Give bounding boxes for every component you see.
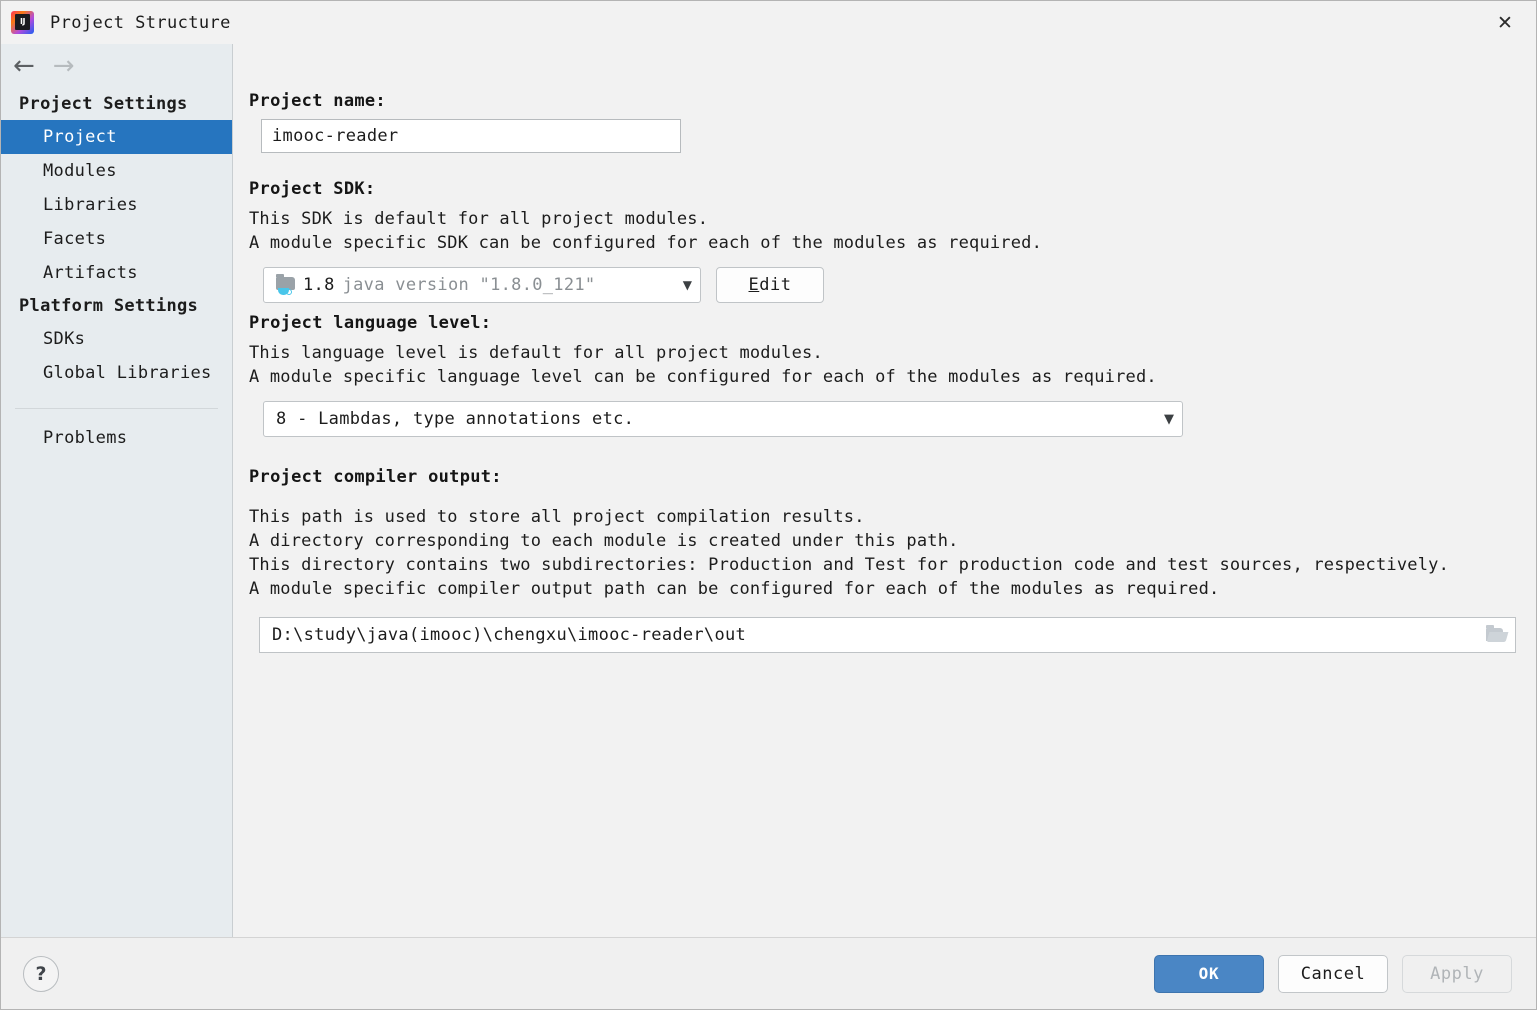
- compiler-output-description-line4: A module specific compiler output path c…: [249, 579, 1220, 599]
- cancel-button[interactable]: Cancel: [1278, 954, 1388, 993]
- footer-buttons: OK Cancel Apply: [1154, 954, 1512, 993]
- compiler-output-path-field[interactable]: D:\study\java(imooc)\chengxu\imooc-reade…: [259, 617, 1516, 653]
- project-language-level-dropdown[interactable]: 8 - Lambdas, type annotations etc. ▼: [263, 401, 1183, 437]
- intellij-idea-logo-icon: IJ: [11, 11, 34, 34]
- dialog-footer: ? OK Cancel Apply: [1, 937, 1536, 1009]
- project-name-input[interactable]: imooc-reader: [261, 119, 681, 153]
- apply-button: Apply: [1402, 954, 1512, 993]
- sidebar-item-problems[interactable]: Problems: [1, 421, 232, 455]
- close-icon[interactable]: ✕: [1474, 1, 1536, 44]
- help-button[interactable]: ?: [23, 955, 59, 992]
- back-arrow-icon[interactable]: ←: [13, 53, 35, 79]
- sidebar-item-project[interactable]: Project: [1, 120, 232, 154]
- project-sdk-dropdown[interactable]: 1.8 java version "1.8.0_121" ▼: [263, 267, 701, 303]
- ok-button[interactable]: OK: [1154, 954, 1264, 993]
- project-sdk-row: 1.8 java version "1.8.0_121" ▼ Edit: [263, 267, 1512, 303]
- edit-sdk-button[interactable]: Edit: [716, 267, 824, 303]
- sidebar-item-sdks[interactable]: SDKs: [1, 322, 232, 356]
- sidebar-divider: [15, 408, 218, 409]
- sidebar-item-modules[interactable]: Modules: [1, 154, 232, 188]
- jdk-folder-icon: [276, 273, 296, 295]
- language-level-description-line1: This language level is default for all p…: [249, 343, 823, 363]
- forward-arrow-icon[interactable]: →: [53, 53, 75, 79]
- compiler-output-path-value: D:\study\java(imooc)\chengxu\imooc-reade…: [272, 625, 747, 645]
- title-bar: IJ Project Structure ✕: [1, 1, 1536, 44]
- sidebar-item-facets[interactable]: Facets: [1, 222, 232, 256]
- folder-browse-icon[interactable]: [1485, 624, 1509, 644]
- compiler-output-description-line1: This path is used to store all project c…: [249, 507, 865, 527]
- sidebar-item-global-libraries[interactable]: Global Libraries: [1, 356, 232, 390]
- edit-button-mnemonic: E: [748, 275, 760, 295]
- window-title: Project Structure: [50, 12, 231, 33]
- compiler-output-description-line3: This directory contains two subdirectori…: [249, 555, 1450, 575]
- project-compiler-output-label: Project compiler output:: [249, 467, 502, 487]
- project-settings-pane: Project name: imooc-reader Project SDK: …: [233, 44, 1536, 937]
- project-language-level-label: Project language level:: [249, 313, 492, 333]
- project-sdk-description-line1: This SDK is default for all project modu…: [249, 209, 709, 229]
- project-sdk-version-description: java version "1.8.0_121": [342, 275, 596, 295]
- project-sdk-description-line2: A module specific SDK can be configured …: [249, 233, 1043, 253]
- chevron-down-icon: ▼: [1164, 411, 1174, 427]
- sidebar-group-platform-settings-title: Platform Settings: [19, 296, 199, 316]
- language-level-description-line2: A module specific language level can be …: [249, 367, 1157, 387]
- edit-button-label-rest: dit: [759, 275, 792, 295]
- compiler-output-description-line2: A directory corresponding to each module…: [249, 531, 959, 551]
- language-level-selected-value: 8 - Lambdas, type annotations etc.: [276, 409, 635, 429]
- sidebar-item-libraries[interactable]: Libraries: [1, 188, 232, 222]
- settings-sidebar: ← → Project Settings Project Modules Lib…: [1, 44, 233, 939]
- chevron-down-icon: ▼: [682, 278, 692, 292]
- sidebar-nav-arrows: ← →: [1, 44, 232, 88]
- project-name-label: Project name:: [249, 91, 386, 111]
- sidebar-group-project-settings-title: Project Settings: [19, 94, 188, 114]
- project-sdk-label: Project SDK:: [249, 179, 376, 199]
- sidebar-item-artifacts[interactable]: Artifacts: [1, 256, 232, 290]
- project-sdk-version: 1.8: [303, 275, 335, 295]
- project-structure-dialog: IJ Project Structure ✕ ← → Project Setti…: [0, 0, 1537, 1010]
- dialog-body: ← → Project Settings Project Modules Lib…: [1, 44, 1536, 939]
